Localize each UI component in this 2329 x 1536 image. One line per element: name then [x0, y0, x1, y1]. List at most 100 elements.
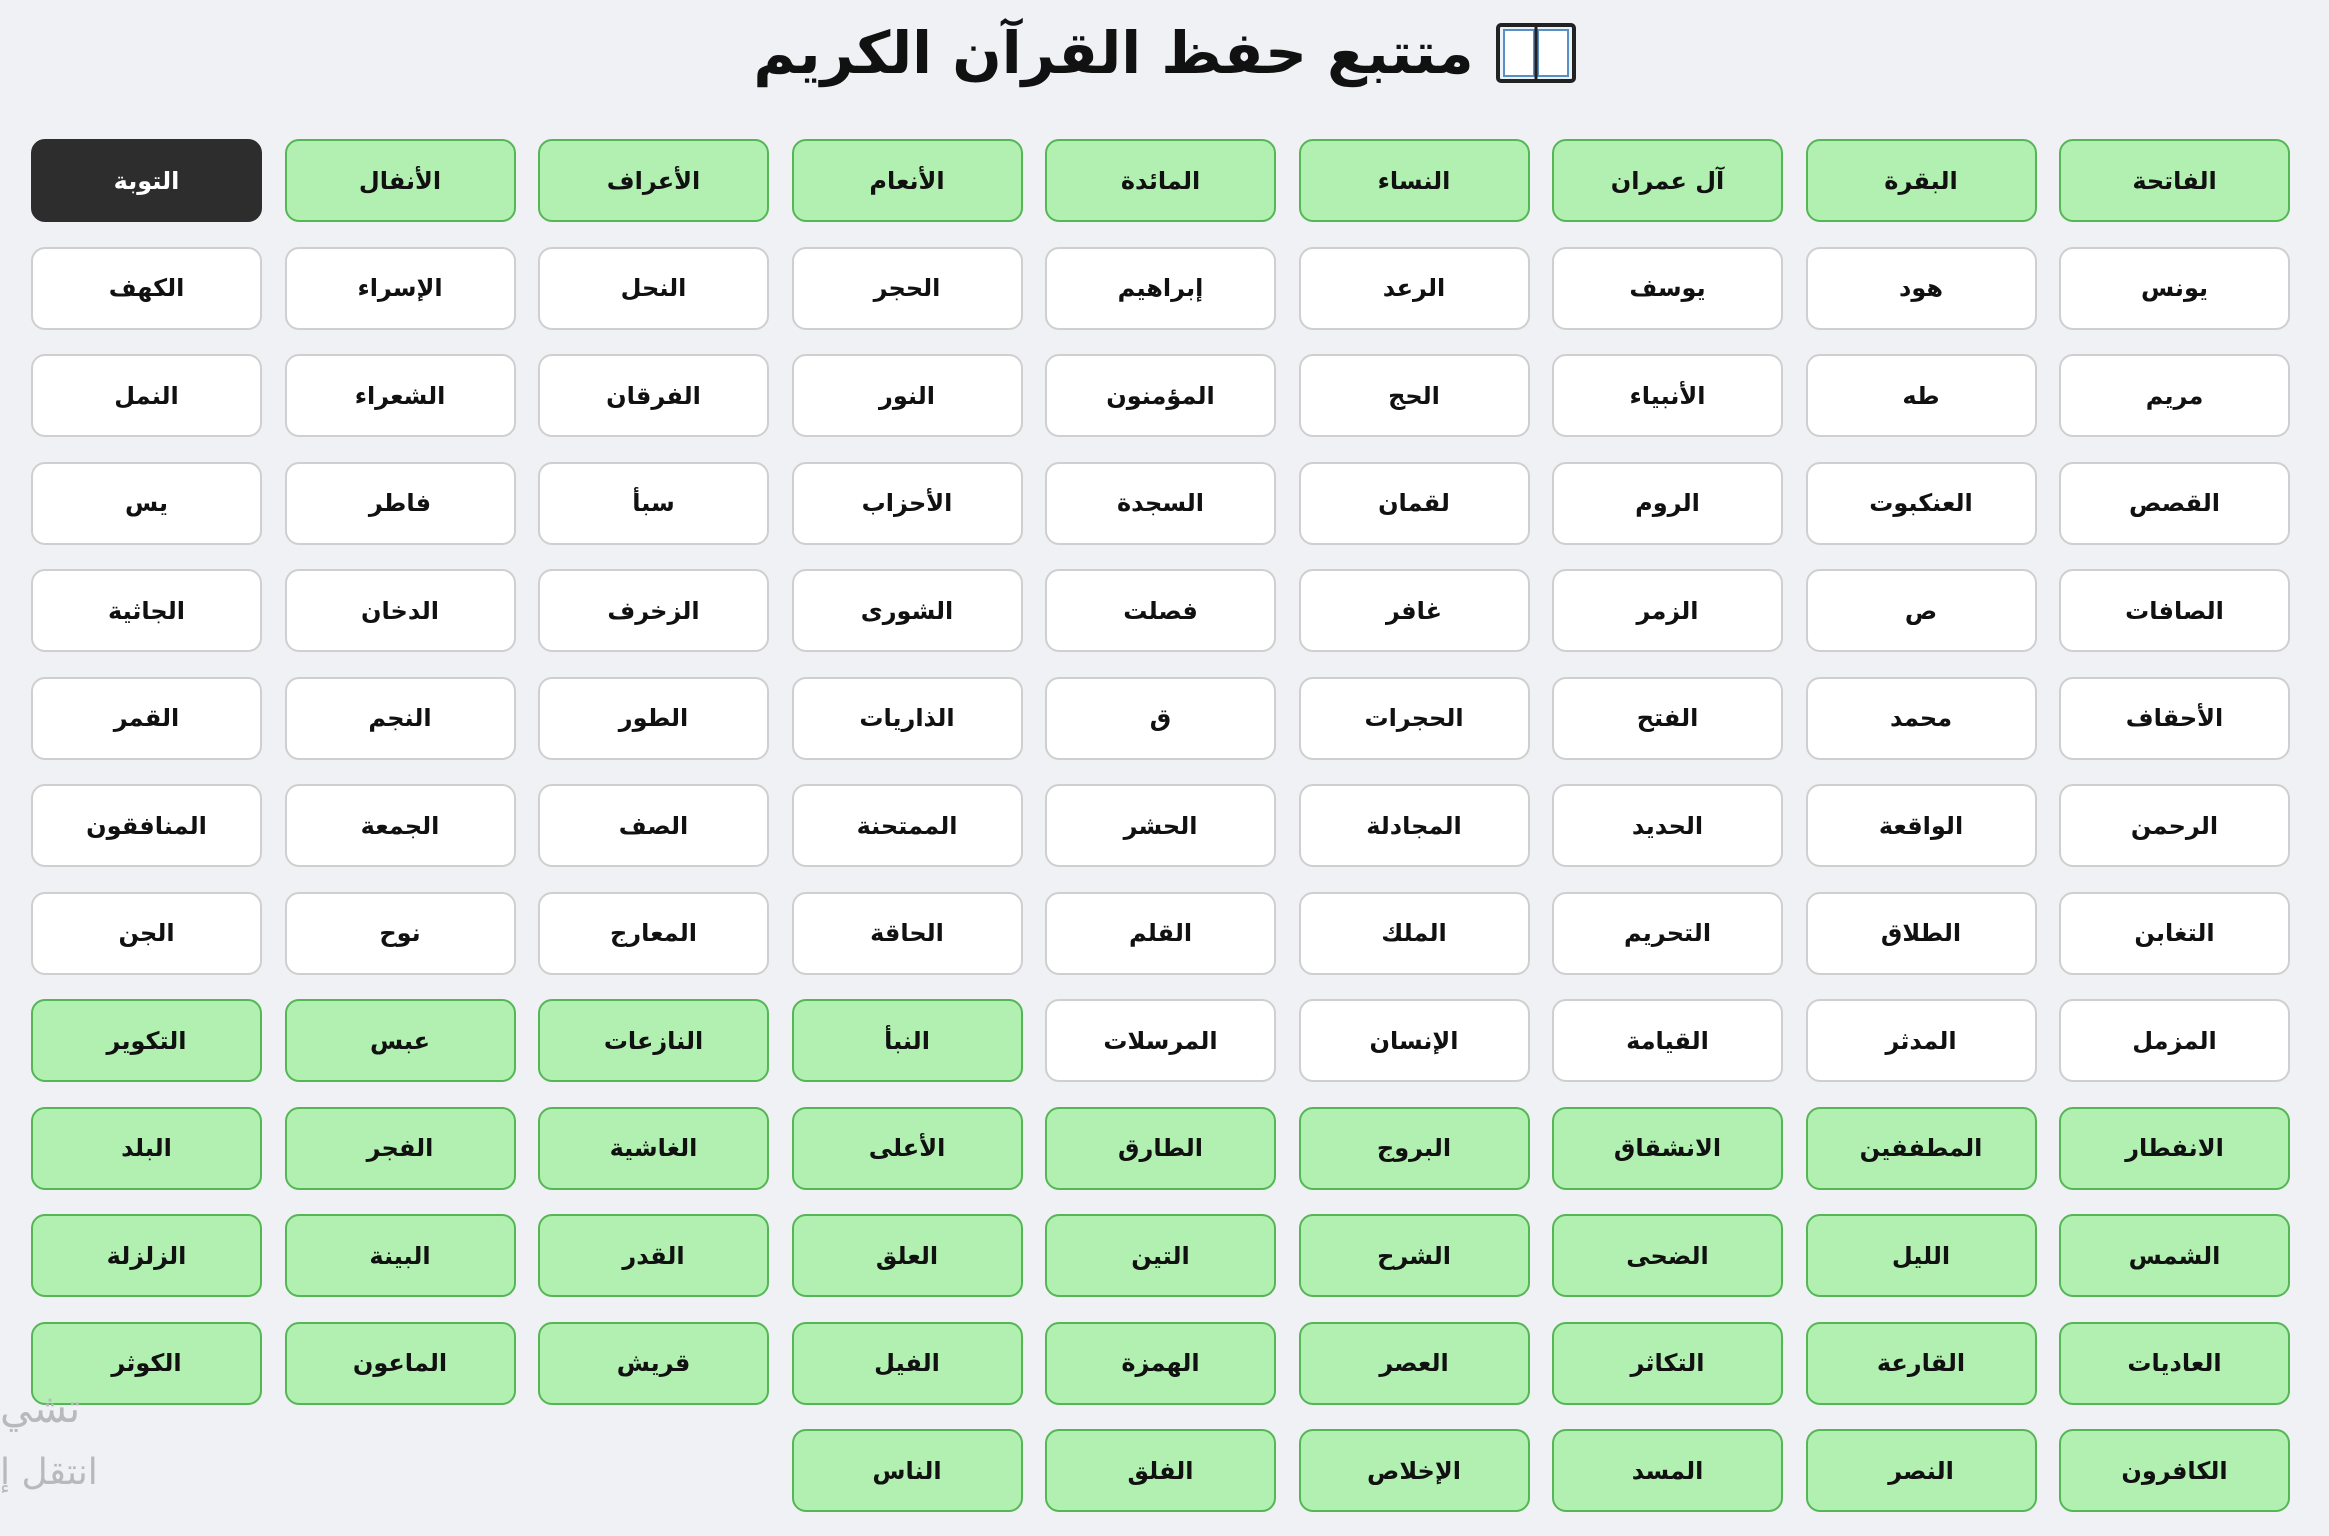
surah-button[interactable]: البقرة [1805, 139, 2037, 222]
surah-button[interactable]: الشرح [1298, 1214, 1530, 1297]
surah-button[interactable]: الأنعام [791, 139, 1023, 222]
surah-button[interactable]: نوح [284, 891, 516, 975]
surah-button[interactable]: ص [1805, 569, 2037, 652]
surah-button[interactable]: مريم [2059, 354, 2290, 437]
surah-button[interactable]: الفاتحة [2059, 139, 2290, 222]
surah-button[interactable]: سبأ [538, 461, 769, 545]
surah-button[interactable]: الطلاق [1805, 891, 2037, 975]
surah-button[interactable]: الزمر [1552, 569, 1783, 652]
surah-button[interactable]: التحريم [1552, 891, 1783, 975]
surah-button[interactable]: الأنبياء [1552, 354, 1783, 437]
surah-button[interactable]: عبس [284, 999, 516, 1082]
surah-button[interactable]: قريش [538, 1321, 769, 1405]
surah-button[interactable]: الفلق [1045, 1429, 1276, 1512]
surah-button[interactable]: المائدة [1045, 139, 1276, 222]
surah-button[interactable]: الإنسان [1298, 999, 1530, 1082]
surah-button[interactable]: الليل [1805, 1214, 2037, 1297]
surah-button[interactable]: النساء [1298, 139, 1530, 222]
surah-button[interactable]: العصر [1298, 1321, 1530, 1405]
surah-button[interactable]: الرحمن [2059, 784, 2290, 867]
surah-button[interactable]: القصص [2059, 461, 2290, 545]
surah-button[interactable]: الذاريات [791, 676, 1023, 760]
surah-button[interactable]: المسد [1552, 1429, 1783, 1512]
surah-button[interactable]: الحجرات [1298, 676, 1530, 760]
surah-button[interactable]: الرعد [1298, 246, 1530, 330]
surah-button[interactable]: القمر [31, 676, 262, 760]
surah-button[interactable]: النمل [31, 354, 262, 437]
surah-button[interactable]: الناس [791, 1429, 1023, 1512]
surah-button[interactable]: المنافقون [31, 784, 262, 867]
surah-button[interactable]: النصر [1805, 1429, 2037, 1512]
surah-button[interactable]: الفيل [791, 1321, 1023, 1405]
surah-button[interactable]: ق [1045, 676, 1276, 760]
surah-button[interactable]: الأعراف [538, 139, 769, 222]
surah-button[interactable]: الفرقان [538, 354, 769, 437]
surah-button[interactable]: الشعراء [284, 354, 516, 437]
surah-button[interactable]: لقمان [1298, 461, 1530, 545]
surah-button[interactable]: الحديد [1552, 784, 1783, 867]
surah-button[interactable]: الطور [538, 676, 769, 760]
surah-button[interactable]: الجن [31, 891, 262, 975]
surah-button[interactable]: هود [1805, 246, 2037, 330]
surah-button[interactable]: المعارج [538, 891, 769, 975]
surah-button[interactable]: العاديات [2059, 1321, 2290, 1405]
surah-button[interactable]: الكهف [31, 246, 262, 330]
surah-button[interactable]: الواقعة [1805, 784, 2037, 867]
surah-button[interactable]: المرسلات [1045, 999, 1276, 1082]
surah-button[interactable]: الصف [538, 784, 769, 867]
surah-button[interactable]: البينة [284, 1214, 516, 1297]
surah-button[interactable]: الجاثية [31, 569, 262, 652]
surah-button[interactable]: الحشر [1045, 784, 1276, 867]
surah-button[interactable]: الماعون [284, 1321, 516, 1405]
surah-button[interactable]: الضحى [1552, 1214, 1783, 1297]
surah-button[interactable]: المؤمنون [1045, 354, 1276, 437]
surah-button[interactable]: المدثر [1805, 999, 2037, 1082]
surah-button[interactable]: آل عمران [1552, 139, 1783, 222]
surah-button[interactable]: الإخلاص [1298, 1429, 1530, 1512]
surah-button[interactable]: الملك [1298, 891, 1530, 975]
surah-button[interactable]: الكافرون [2059, 1429, 2290, 1512]
surah-button[interactable]: الزلزلة [31, 1214, 262, 1297]
surah-button[interactable]: المطففين [1805, 1106, 2037, 1190]
surah-button[interactable]: النازعات [538, 999, 769, 1082]
surah-button[interactable]: القيامة [1552, 999, 1783, 1082]
surah-button[interactable]: الصافات [2059, 569, 2290, 652]
surah-button[interactable]: الجمعة [284, 784, 516, 867]
surah-button[interactable]: الشورى [791, 569, 1023, 652]
surah-button[interactable]: إبراهيم [1045, 246, 1276, 330]
surah-button[interactable]: الحاقة [791, 891, 1023, 975]
surah-button[interactable]: البلد [31, 1106, 262, 1190]
surah-button[interactable]: الدخان [284, 569, 516, 652]
surah-button[interactable]: الأعلى [791, 1106, 1023, 1190]
surah-button[interactable]: الزخرف [538, 569, 769, 652]
surah-button[interactable]: المجادلة [1298, 784, 1530, 867]
surah-button[interactable]: المزمل [2059, 999, 2290, 1082]
surah-button[interactable]: الانفطار [2059, 1106, 2290, 1190]
surah-button[interactable]: التغابن [2059, 891, 2290, 975]
surah-button[interactable]: النجم [284, 676, 516, 760]
surah-button[interactable]: الهمزة [1045, 1321, 1276, 1405]
surah-button[interactable]: الإسراء [284, 246, 516, 330]
surah-button[interactable]: القدر [538, 1214, 769, 1297]
surah-button[interactable]: الشمس [2059, 1214, 2290, 1297]
surah-button[interactable]: الغاشية [538, 1106, 769, 1190]
surah-button[interactable]: النحل [538, 246, 769, 330]
surah-button[interactable]: طه [1805, 354, 2037, 437]
surah-button[interactable]: الفتح [1552, 676, 1783, 760]
surah-button[interactable]: السجدة [1045, 461, 1276, 545]
surah-button[interactable]: البروج [1298, 1106, 1530, 1190]
surah-button[interactable]: النور [791, 354, 1023, 437]
surah-button[interactable]: القلم [1045, 891, 1276, 975]
surah-button[interactable]: الأنفال [284, 139, 516, 222]
surah-button[interactable]: العنكبوت [1805, 461, 2037, 545]
surah-button[interactable]: الفجر [284, 1106, 516, 1190]
surah-button[interactable]: فاطر [284, 461, 516, 545]
surah-button[interactable]: التكاثر [1552, 1321, 1783, 1405]
surah-button[interactable]: الحج [1298, 354, 1530, 437]
surah-button[interactable]: الممتحنة [791, 784, 1023, 867]
surah-button[interactable]: فصلت [1045, 569, 1276, 652]
surah-button[interactable]: الطارق [1045, 1106, 1276, 1190]
surah-button[interactable]: غافر [1298, 569, 1530, 652]
surah-button[interactable]: العلق [791, 1214, 1023, 1297]
surah-button[interactable]: الأحزاب [791, 461, 1023, 545]
